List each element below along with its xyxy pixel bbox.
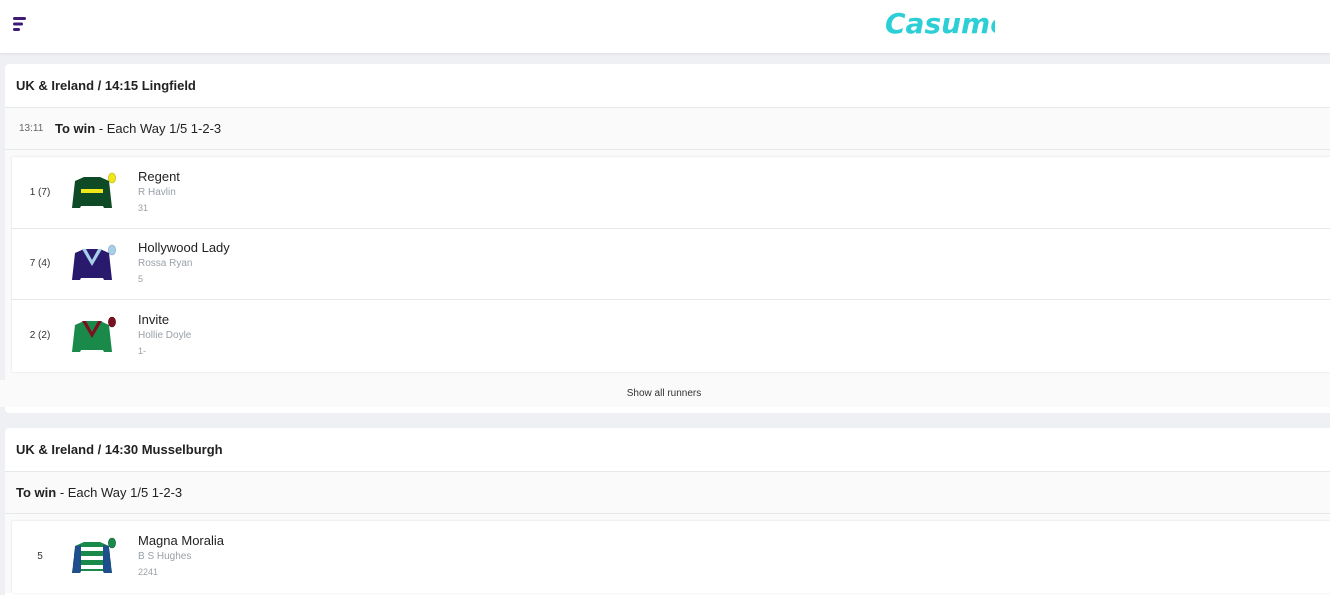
runner-row[interactable]: 2 (2) Invite Hollie Doyle 1- [12,300,1330,372]
runner-form: 31 [138,202,149,213]
runner-row[interactable]: 1 (7) Regent R Havlin 31 [12,157,1330,229]
runner-jockey: Rossa Ryan [138,258,193,270]
event-title[interactable]: UK & Ireland / 14:30 Musselburgh [5,428,1330,472]
market-title: To win - Each Way 1/5 1-2-3 [55,121,221,136]
market-terms: - Each Way 1/5 1-2-3 [56,485,183,500]
top-bar: Casumo [0,0,1330,53]
casumo-logo[interactable]: Casumo [883,7,1009,46]
event-card-lingfield: UK & Ireland / 14:15 Lingfield 13:11 To … [0,64,1330,413]
runner-list: 5 Magna Moralia B S Hughes 2241 [12,521,1330,593]
market-name: To win [16,485,57,500]
runner-form: 5 [138,274,144,285]
runner-name: Invite [138,312,170,328]
hamburger-menu-icon[interactable] [12,16,28,32]
market-row: 13:11 To win - Each Way 1/5 1-2-3 [5,108,1330,150]
runner-form: 1- [138,346,147,357]
runner-row[interactable]: 5 Magna Moralia B S Hughes 2241 [12,521,1330,593]
runner-number: 2 (2) [29,330,51,342]
jockey-silk-icon [72,244,116,280]
runner-form: 2241 [138,567,159,578]
runner-row[interactable]: 7 (4) Hollywood Lady Rossa Ryan 5 [12,229,1330,300]
market-title: To win - Each Way 1/5 1-2-3 [16,485,182,500]
show-all-runners-button[interactable]: Show all runners [0,379,1330,407]
market-terms: - Each Way 1/5 1-2-3 [95,121,222,136]
runner-number: 1 (7) [29,186,51,198]
runner-list: 1 (7) Regent R Havlin 31 7 (4) Hollywood… [12,157,1330,372]
logo-text: Casumo [885,7,995,40]
runner-name: Magna Moralia [138,533,224,549]
runner-jockey: Hollie Doyle [138,330,192,342]
runner-number: 5 [37,551,43,563]
runner-name: Regent [138,168,180,184]
jockey-silk-icon [72,537,116,573]
runner-jockey: B S Hughes [138,551,192,563]
market-time: 13:11 [19,123,44,134]
event-card-musselburgh: UK & Ireland / 14:30 Musselburgh To win … [5,428,1330,595]
runner-name: Hollywood Lady [138,240,230,256]
jockey-silk-icon [72,172,116,209]
runner-number: 7 (4) [29,258,51,270]
market-row: To win - Each Way 1/5 1-2-3 [5,472,1330,514]
event-title[interactable]: UK & Ireland / 14:15 Lingfield [5,64,1330,108]
runner-jockey: R Havlin [138,186,176,198]
market-name: To win [55,121,96,136]
jockey-silk-icon [72,316,116,352]
